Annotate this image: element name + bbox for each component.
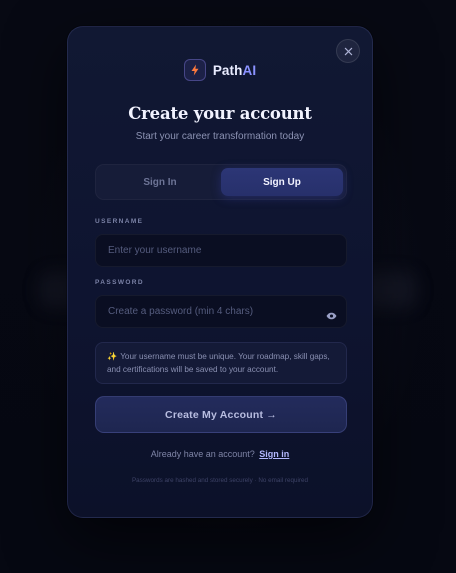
username-label: USERNAME xyxy=(95,218,144,225)
lightning-bolt-icon xyxy=(191,64,199,76)
info-notice: ✨ Your username must be unique. Your road… xyxy=(95,342,347,384)
password-visibility-toggle[interactable] xyxy=(325,310,337,322)
sign-in-link[interactable]: Sign in xyxy=(259,449,289,459)
dialog-title: Create your account xyxy=(128,104,312,123)
create-account-button[interactable]: Create My Account → xyxy=(95,396,347,433)
password-input[interactable] xyxy=(95,295,347,328)
brand-name: PathAI xyxy=(213,63,256,78)
tab-sign-up[interactable]: Sign Up xyxy=(221,168,343,196)
password-label: PASSWORD xyxy=(95,279,144,286)
username-input[interactable] xyxy=(95,234,347,267)
switch-prompt: Already have an account? xyxy=(150,449,255,459)
brand-logo xyxy=(183,59,206,81)
auth-modal: PathAI Create your account Start your ca… xyxy=(67,26,373,518)
brand-name-accent: AI xyxy=(242,62,257,78)
eye-icon xyxy=(326,312,336,320)
info-notice-text: Your username must be unique. Your roadm… xyxy=(107,352,330,374)
auth-tabs: Sign In Sign Up xyxy=(95,164,347,200)
close-icon xyxy=(344,47,352,55)
sparkle-icon: ✨ xyxy=(107,352,118,361)
tab-sign-in[interactable]: Sign In xyxy=(99,168,221,196)
dialog-subtitle: Start your career transformation today xyxy=(135,131,305,142)
switch-prompt-line: Already have an account? Sign in xyxy=(68,449,372,459)
security-footnote: Passwords are hashed and stored securely… xyxy=(131,477,309,484)
brand-name-main: Path xyxy=(212,62,243,78)
brand: PathAI xyxy=(68,59,372,81)
